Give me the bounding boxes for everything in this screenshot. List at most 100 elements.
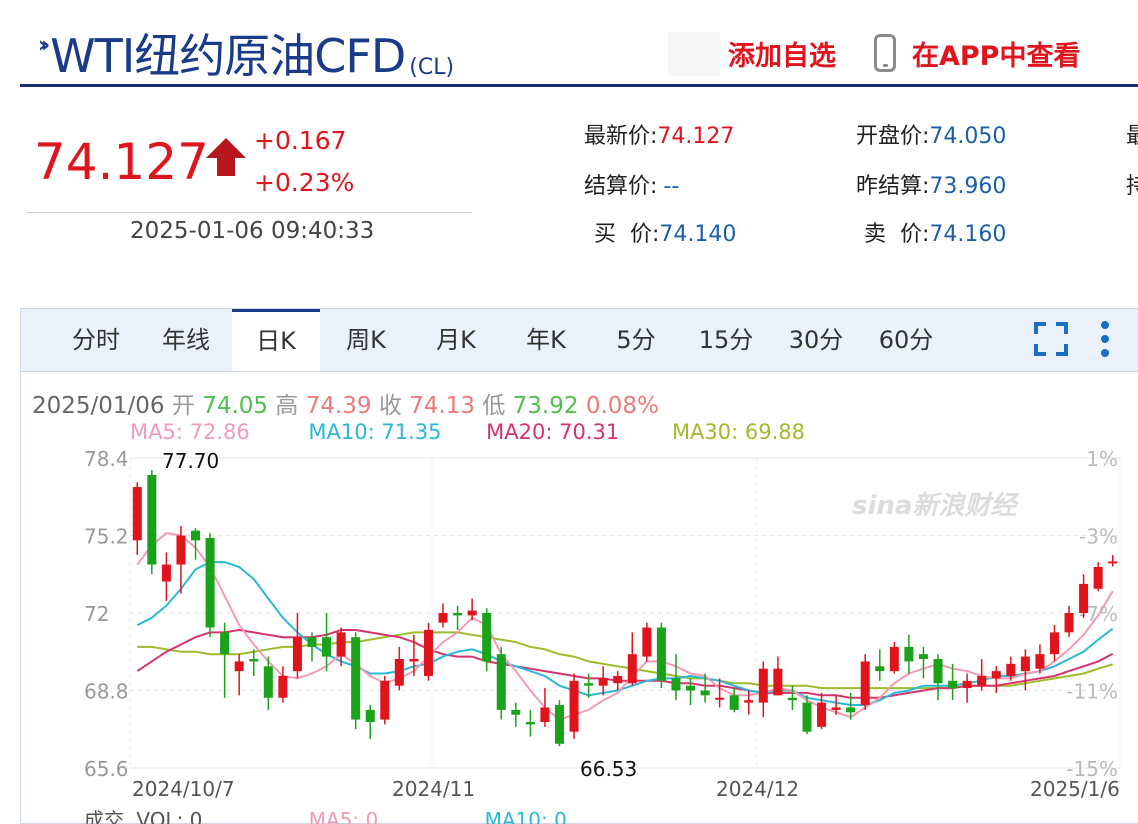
sina-watermark: sina新浪财经 xyxy=(852,491,1019,521)
candle-body xyxy=(292,637,302,672)
candle-body xyxy=(322,637,332,657)
quote-bid-label: 买 价: xyxy=(594,222,660,247)
candle-body xyxy=(715,697,725,700)
candle-body xyxy=(482,613,492,662)
page-title: ›› WTI纽约原油CFD (CL) xyxy=(38,18,454,84)
quote-latest-value: 74.127 xyxy=(657,124,735,149)
tab-monthly-k[interactable]: 月K xyxy=(419,309,493,371)
candle-body xyxy=(700,690,710,696)
candle-body xyxy=(423,629,433,676)
candle-body xyxy=(351,637,361,720)
y-tick-label: 65.6 xyxy=(84,757,129,781)
tab-5min[interactable]: 5分 xyxy=(599,309,673,371)
header-blank-box xyxy=(668,32,720,76)
candle-body xyxy=(132,487,142,541)
pct-tick-label: -11% xyxy=(1066,680,1118,704)
tab-daily-k[interactable]: 日K xyxy=(232,309,320,371)
candle-body xyxy=(918,654,928,660)
candle-body xyxy=(933,659,943,684)
y-tick-label: 78.4 xyxy=(84,447,129,471)
phone-icon[interactable] xyxy=(874,34,896,72)
quote-settle-value: -- xyxy=(663,174,680,199)
candle-body xyxy=(627,654,637,684)
candle-body xyxy=(525,721,535,725)
candle-body xyxy=(613,675,623,684)
tab-30min[interactable]: 30分 xyxy=(779,309,853,371)
price-timestamp: 2025-01-06 09:40:33 xyxy=(130,218,375,244)
candle-body xyxy=(860,661,870,706)
candle-body xyxy=(307,637,317,647)
candle-body xyxy=(846,707,856,713)
candle-body xyxy=(1006,663,1016,676)
candle-body xyxy=(1079,583,1089,613)
candle-body xyxy=(948,680,958,689)
view-in-app-button[interactable]: 在APP中查看 xyxy=(912,34,1080,73)
candle-body xyxy=(656,627,666,681)
candle-body xyxy=(511,709,521,715)
quote-open: 开盘价:74.050 xyxy=(856,118,1006,150)
kline-chart[interactable]: 78.475.27268.865.61%-3%-7%-11%-15%2024/1… xyxy=(0,440,1138,804)
candle-body xyxy=(205,537,215,628)
info-high-label: 高 xyxy=(275,393,299,419)
info-close: 74.13 xyxy=(409,393,476,419)
quote-latest: 最新价:74.127 xyxy=(584,118,734,150)
candle-body xyxy=(409,659,419,662)
quote-bid: 买 价:74.140 xyxy=(594,216,736,248)
info-open-label: 开 xyxy=(171,393,195,419)
candle-body xyxy=(278,675,288,698)
min-price-label: 66.53 xyxy=(580,757,637,781)
candle-body xyxy=(540,707,550,722)
candle-body xyxy=(686,685,696,691)
candle-body xyxy=(758,668,768,703)
candle-body xyxy=(1020,656,1030,672)
volume-legend: 成交 VOL: 0 MA5: 0 MA10: 0 xyxy=(84,804,567,824)
candle-body xyxy=(977,675,987,686)
tab-weekly-k[interactable]: 周K xyxy=(329,309,403,371)
candle-body xyxy=(671,678,681,691)
instrument-code: (CL) xyxy=(409,55,455,80)
candle-body xyxy=(889,646,899,672)
quote-prev-settle-label: 昨结算: xyxy=(856,174,930,199)
watermark-text: sina新浪财经 xyxy=(852,491,1019,521)
y-tick-label: 72 xyxy=(84,602,109,626)
candle-body xyxy=(787,697,797,701)
candle-body xyxy=(380,680,390,720)
candle-body xyxy=(904,646,914,662)
x-tick-label: 2025/1/6 xyxy=(1030,777,1120,801)
candle-body xyxy=(1108,561,1118,564)
max-price-label: 77.70 xyxy=(162,449,219,473)
candle-body xyxy=(962,680,972,689)
candle-body xyxy=(1064,613,1074,633)
candle-body xyxy=(453,613,463,616)
candle-body xyxy=(467,610,477,616)
candle-body xyxy=(744,700,754,703)
volume-ma5: MA5: 0 xyxy=(308,808,379,824)
candle-body xyxy=(191,530,201,541)
quote-latest-label: 最新价: xyxy=(584,124,658,149)
more-vertical-icon[interactable] xyxy=(1100,320,1110,358)
candle-body xyxy=(598,678,608,686)
tab-intraday[interactable]: 分时 xyxy=(59,309,133,371)
tab-yearly-k[interactable]: 年K xyxy=(509,309,583,371)
price-divider xyxy=(26,212,472,213)
candle-body xyxy=(1093,566,1103,589)
y-tick-label: 68.8 xyxy=(84,680,129,704)
candle-body xyxy=(496,654,506,710)
tab-15min[interactable]: 15分 xyxy=(689,309,763,371)
add-favorite-button[interactable]: 添加自选 xyxy=(728,34,836,73)
candle-body xyxy=(147,474,157,565)
quote-prev-settle: 昨结算:73.960 xyxy=(856,168,1006,200)
period-tabbar: 分时 年线 日K 周K 月K 年K 5分 15分 30分 60分 xyxy=(21,309,1138,372)
candle-body xyxy=(220,632,230,655)
tab-60min[interactable]: 60分 xyxy=(869,309,943,371)
candle-body xyxy=(394,659,404,686)
quote-open-value: 74.050 xyxy=(929,124,1007,149)
fullscreen-icon[interactable] xyxy=(1034,322,1068,356)
header-divider xyxy=(20,84,1138,87)
quote-cut-label-1: 最 xyxy=(1126,124,1138,149)
info-pct: 0.08% xyxy=(585,393,659,419)
info-open: 74.05 xyxy=(202,393,269,419)
tab-yearline[interactable]: 年线 xyxy=(149,309,223,371)
volume-label: 成交 xyxy=(84,808,124,824)
candle-body xyxy=(438,613,448,623)
